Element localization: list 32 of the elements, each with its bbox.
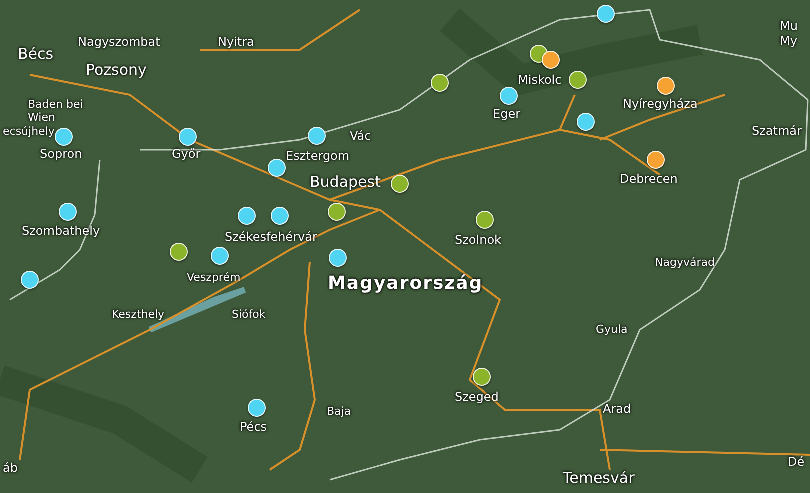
place-name: Nyitra — [218, 36, 254, 50]
place-name: Nyíregyháza — [623, 98, 698, 112]
place-name: Miskolc — [518, 74, 562, 88]
place-name: Nagyvárad — [655, 257, 715, 270]
place-name: Debrecen — [620, 173, 678, 187]
place-name: Gyula — [596, 324, 628, 337]
place-name: Baden bei Wien — [28, 99, 84, 124]
place-name: My — [780, 35, 798, 49]
place-name: Baja — [327, 406, 352, 419]
place-name: Nagyszombat — [78, 36, 160, 50]
place-name: Arad — [603, 403, 632, 417]
place-name: Magyarország — [328, 274, 484, 295]
place-name: Eger — [493, 108, 521, 122]
place-name: Pozsony — [86, 62, 147, 80]
place-name: Szolnok — [455, 234, 502, 248]
place-name: Pécs — [240, 421, 268, 435]
place-name: Szatmár — [752, 125, 802, 139]
place-name: Székesfehérvár — [225, 231, 318, 245]
place-name: Esztergom — [286, 150, 350, 164]
place-name: Temesvár — [563, 470, 635, 488]
place-name: Győr — [172, 148, 201, 162]
place-name: Mu — [780, 20, 798, 34]
place-name: Dé — [788, 456, 805, 470]
place-name: Veszprém — [187, 272, 241, 285]
place-name: áb — [3, 462, 18, 476]
place-name: Budapest — [310, 174, 381, 192]
place-name: Siófok — [232, 309, 266, 322]
place-name: Sopron — [40, 148, 82, 162]
place-name: ecsújhely — [3, 126, 55, 139]
place-name: Vác — [350, 130, 372, 144]
place-name: Bécs — [18, 46, 54, 64]
place-name: Keszthely — [112, 309, 165, 322]
